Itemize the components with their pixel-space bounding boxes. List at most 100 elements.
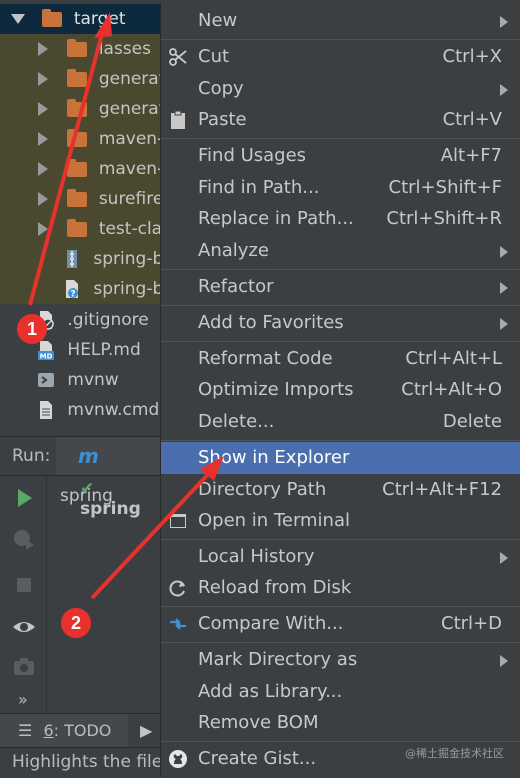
menu-item-analyze[interactable]: Analyze [161,235,520,267]
tree-item-folder[interactable]: lasses [0,34,160,64]
tree-item-folder[interactable]: maven- [0,124,160,154]
tree-item-jar[interactable]: spring-b [0,244,160,274]
menu-item-open-in-terminal[interactable]: Open in Terminal [161,505,520,537]
menu-item-label: Compare With... [198,613,344,634]
menu-item-label: New [198,10,238,31]
todo-label: : TODO [53,721,112,740]
menu-item-copy[interactable]: Copy [161,73,520,105]
menu-item-reformat-code[interactable]: Reformat Code Ctrl+Alt+L [161,343,520,375]
tree-item-folder[interactable]: surefire- [0,184,160,214]
tree-item-folder[interactable]: maven-s [0,154,160,184]
menu-item-new[interactable]: New [161,5,520,37]
collapse-arrow-icon[interactable] [38,42,48,56]
menu-item-add-to-favorites[interactable]: Add to Favorites [161,307,520,339]
run-tab-bar: Run: m spring [0,437,160,506]
menu-item-label: Create Gist... [198,748,317,769]
svg-text:?: ? [70,290,75,300]
collapse-arrow-icon[interactable] [38,132,48,146]
tree-item-target[interactable]: target [0,4,160,34]
tree-item-mvnw-cmd[interactable]: mvnw.cmd [0,395,160,425]
tree-item-jar-original[interactable]: ? spring-b [0,274,160,304]
svg-text:MD: MD [40,353,53,361]
status-text: Highlights the file [12,752,163,772]
stop-icon[interactable] [12,573,36,597]
tree-item-label: generat [98,99,160,119]
menu-item-shortcut: Ctrl+Alt+F12 [382,479,502,500]
terminal-tab-icon[interactable]: ▶ [140,714,152,748]
run-panel: Run: m spring » ✔ spring [0,436,160,714]
menu-item-add-as-library[interactable]: Add as Library... [161,676,520,708]
tree-item-folder[interactable]: test-clas [0,214,160,244]
tab-todo[interactable]: ☰ 6: TODO [0,714,128,748]
run-label: Run: [12,446,51,466]
context-menu: New Cut Ctrl+X Copy Paste Ctrl+V Find Us… [160,3,520,777]
menu-item-optimize-imports[interactable]: Optimize Imports Ctrl+Alt+O [161,374,520,406]
menu-item-shortcut: Ctrl+D [441,613,502,634]
eye-icon[interactable] [12,615,36,639]
run-tab-spring[interactable]: m spring [56,437,160,506]
tree-item-folder[interactable]: generat [0,64,160,94]
menu-item-label: Find Usages [198,145,307,166]
menu-item-label: Mark Directory as [198,649,358,670]
menu-item-cut[interactable]: Cut Ctrl+X [161,41,520,73]
tree-item-mvnw[interactable]: mvnw [0,365,160,395]
menu-item-find-usages[interactable]: Find Usages Alt+F7 [161,140,520,172]
menu-item-label: Paste [198,109,247,130]
collapse-arrow-icon[interactable] [38,102,48,116]
scissors-icon [169,48,187,66]
tree-item-folder[interactable]: generat [0,94,160,124]
check-icon: ✔ [80,479,95,499]
expand-arrow-icon[interactable] [11,14,25,24]
run-side-toolbar: » [0,476,47,714]
collapse-arrow-icon[interactable] [38,222,48,236]
tree-item-label: HELP.md [67,340,141,360]
submenu-arrow-icon [500,655,508,667]
more-chevron-icon[interactable]: » [18,690,28,709]
menu-item-show-in-explorer[interactable]: Show in Explorer [161,442,520,474]
menu-item-paste[interactable]: Paste Ctrl+V [161,104,520,136]
annotation-badge-1: 1 [17,314,47,344]
menu-item-local-history[interactable]: Local History [161,541,520,573]
text-file-icon [40,401,52,419]
menu-item-mark-directory-as[interactable]: Mark Directory as [161,644,520,676]
jar-file-icon [67,250,77,268]
menu-item-find-in-path[interactable]: Find in Path... Ctrl+Shift+F [161,172,520,204]
menu-item-reload-from-disk[interactable]: Reload from Disk [161,572,520,604]
watermark: @稀土掘金技术社区 [405,747,504,760]
menu-item-delete[interactable]: Delete... Delete [161,406,520,438]
menu-item-refactor[interactable]: Refactor [161,271,520,303]
run-play-icon[interactable] [12,486,36,510]
menu-item-shortcut: Ctrl+V [442,109,502,130]
menu-item-shortcut: Ctrl+Alt+O [401,379,502,400]
submenu-arrow-icon [500,282,508,294]
folder-icon [67,68,88,87]
folder-icon [67,38,88,57]
menu-separator [161,741,520,742]
rerun-icon[interactable] [12,526,36,550]
menu-item-replace-in-path[interactable]: Replace in Path... Ctrl+Shift+R [161,203,520,235]
folder-icon [42,8,63,27]
menu-item-shortcut: Alt+F7 [440,145,502,166]
folder-icon [67,158,88,177]
collapse-arrow-icon[interactable] [38,192,48,206]
list-icon: ☰ [18,721,33,740]
menu-item-compare-with[interactable]: Compare With... Ctrl+D [161,608,520,640]
menu-item-label: Copy [198,78,244,99]
tree-item-label: mvnw.cmd [67,400,160,420]
menu-separator [161,606,520,607]
folder-icon [67,128,88,147]
menu-item-directory-path[interactable]: Directory Path Ctrl+Alt+F12 [161,474,520,506]
menu-item-label: Directory Path [198,479,327,500]
run-status-item[interactable]: ✔ spring [80,479,160,519]
tree-item-label: target [73,9,126,29]
collapse-arrow-icon[interactable] [38,162,48,176]
menu-item-label: Add to Favorites [198,312,344,333]
folder-icon [67,188,88,207]
camera-icon[interactable] [12,654,36,678]
menu-item-remove-bom[interactable]: Remove BOM [161,707,520,739]
compare-arrows-icon [170,618,186,630]
submenu-arrow-icon [500,318,508,330]
menu-separator [161,440,520,441]
annotation-badge-2: 2 [61,608,91,638]
collapse-arrow-icon[interactable] [38,72,48,86]
